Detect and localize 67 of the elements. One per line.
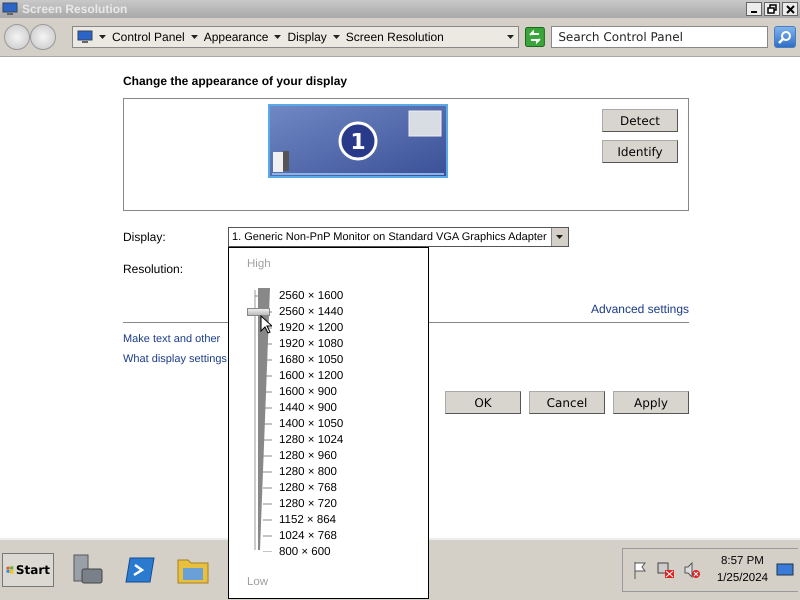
close-icon [786, 4, 794, 14]
caret-icon [274, 35, 282, 39]
caret-icon [332, 35, 340, 39]
window-thumbnail [408, 110, 442, 136]
resolution-option[interactable]: 1280 × 960 [279, 448, 344, 464]
slider-thumb[interactable] [247, 308, 270, 316]
close-button[interactable] [782, 2, 798, 16]
field-label: Display: [123, 230, 167, 244]
monitor-preview[interactable]: 1 [268, 104, 448, 178]
resolution-option[interactable]: 1440 × 900 [279, 400, 344, 416]
panel-button[interactable]: Identify [602, 140, 678, 163]
slider-low-label: Low [247, 576, 270, 588]
mouse-cursor-icon [260, 314, 272, 335]
restore-icon [767, 4, 777, 14]
caret-icon [190, 35, 198, 39]
resolution-option[interactable]: 800 × 600 [279, 544, 344, 560]
clock-time: 8:57 PM [721, 554, 764, 569]
resolution-option[interactable]: 1920 × 1080 [279, 336, 344, 352]
dialog-button[interactable]: Cancel [529, 391, 605, 414]
section-heading: Change the appearance of your display [123, 74, 348, 88]
resolution-option[interactable]: 1280 × 720 [279, 496, 344, 512]
search-button[interactable] [774, 26, 796, 48]
breadcrumb[interactable]: Screen Resolution [346, 30, 444, 44]
minimize-button[interactable] [746, 2, 762, 16]
panel-button[interactable]: Detect [602, 109, 678, 132]
slider-high-label: High [247, 258, 272, 270]
resolution-option[interactable]: 1600 × 1200 [279, 368, 344, 384]
resolution-option[interactable]: 2560 × 1440 [279, 304, 344, 320]
dialog-button[interactable]: OK [445, 391, 521, 414]
monitor-icon [2, 2, 18, 16]
start-button[interactable]: Start [2, 553, 54, 587]
resolution-option[interactable]: 2560 × 1600 [279, 288, 344, 304]
breadcrumb[interactable]: Display [287, 30, 327, 44]
resolution-option[interactable]: 1280 × 1024 [279, 432, 344, 448]
field-label: Resolution: [123, 262, 184, 276]
flag-icon[interactable] [632, 561, 649, 579]
breadcrumb[interactable]: Appearance [204, 30, 268, 44]
network-error-icon[interactable] [656, 561, 675, 579]
dialog-button[interactable]: Apply [613, 391, 689, 414]
resolution-option[interactable]: 1280 × 800 [279, 464, 344, 480]
resolution-option[interactable]: 1600 × 900 [279, 384, 344, 400]
caret-icon [99, 35, 106, 39]
show-desktop-icon[interactable] [776, 562, 794, 578]
display-dropdown[interactable]: 1. Generic Non-PnP Monitor on Standard VGA Graphics Adapter [228, 227, 569, 247]
resolution-option[interactable]: 1400 × 1050 [279, 416, 344, 432]
restore-button[interactable] [764, 2, 780, 16]
clock-date: 1/25/2024 [716, 571, 768, 586]
dropdown-icon [556, 235, 564, 239]
monitor-icon [77, 30, 93, 44]
refresh-icon[interactable] [525, 27, 546, 47]
muted-speaker-icon[interactable] [682, 561, 701, 579]
resolution-option[interactable]: 1680 × 1050 [279, 352, 344, 368]
resolution-option[interactable]: 1152 × 864 [279, 512, 344, 528]
resolution-option[interactable]: 1024 × 768 [279, 528, 344, 544]
advanced-settings-link[interactable]: Advanced settings [590, 302, 689, 316]
breadcrumb[interactable]: Control Panel [112, 30, 185, 44]
slider-track[interactable] [247, 288, 272, 552]
help-link[interactable]: Make text and other [123, 333, 220, 345]
search-icon [778, 30, 792, 44]
address-bar[interactable]: Control Panel Appearance Display Screen Resolution [72, 26, 520, 48]
window-thumbnail [273, 151, 289, 172]
resolution-option[interactable]: 1280 × 768 [279, 480, 344, 496]
search-field[interactable]: Search Control Panel [551, 26, 768, 48]
dropdown-icon [507, 35, 514, 39]
resolution-option[interactable]: 1920 × 1200 [279, 320, 344, 336]
help-link[interactable]: What display settings [123, 353, 227, 365]
terminal-icon[interactable] [124, 556, 156, 584]
